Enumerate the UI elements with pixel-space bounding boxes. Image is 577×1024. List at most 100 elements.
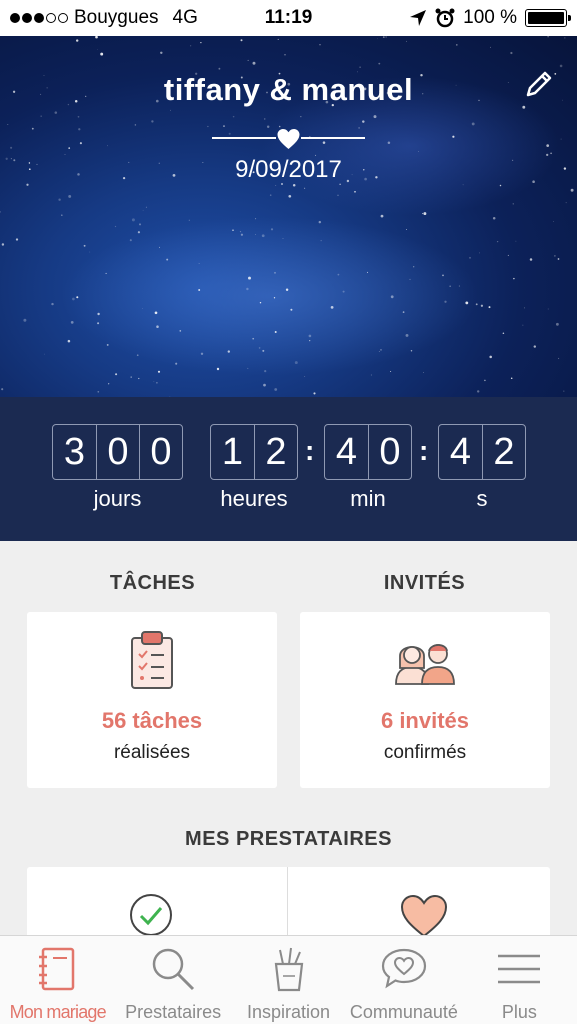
star: [89, 251, 91, 253]
countdown-days: 3 0 0 jours: [52, 424, 183, 511]
chat-heart-icon: [381, 948, 427, 989]
tab-communaute[interactable]: Communauté: [346, 936, 461, 1024]
star: [239, 231, 242, 233]
star: [449, 285, 451, 287]
star: [273, 297, 276, 299]
star: [304, 376, 306, 377]
star: [274, 388, 278, 391]
star: [263, 383, 266, 387]
star: [380, 214, 384, 218]
star: [402, 311, 405, 313]
star: [1, 243, 5, 246]
alarm-icon: [435, 8, 455, 28]
star: [264, 370, 267, 373]
star: [458, 285, 460, 287]
star: [560, 138, 562, 140]
star: [252, 337, 255, 340]
tab-inspiration[interactable]: Inspiration: [231, 936, 346, 1024]
location-arrow-icon: [410, 10, 427, 26]
search-icon: [152, 948, 195, 991]
days-digit: 0: [139, 425, 182, 479]
star: [130, 376, 132, 378]
favorite-heart-icon[interactable]: [400, 894, 448, 938]
star: [563, 390, 565, 392]
star: [58, 198, 61, 201]
star: [410, 350, 413, 352]
star: [240, 39, 243, 42]
star: [139, 223, 141, 226]
tab-label: Inspiration: [246, 1002, 331, 1022]
days-digit: 3: [63, 430, 86, 473]
seconds-digit: 2: [482, 425, 525, 479]
star: [179, 330, 182, 332]
star: [362, 120, 365, 123]
star: [134, 124, 137, 126]
star: [160, 51, 163, 55]
tab-plus[interactable]: Plus: [462, 936, 577, 1024]
hours-digit: 2: [254, 425, 297, 479]
star: [114, 225, 117, 228]
star: [417, 151, 419, 152]
star: [31, 127, 34, 130]
star: [465, 301, 469, 305]
star: [227, 350, 230, 353]
star: [282, 237, 284, 239]
guests-card[interactable]: 6 invités confirmés: [300, 612, 550, 788]
star: [129, 239, 132, 242]
star: [337, 273, 340, 276]
star: [337, 194, 339, 196]
star: [565, 202, 567, 204]
clipboard-checklist-icon: [131, 631, 173, 689]
star: [264, 118, 266, 120]
tasks-count: 56 tâches: [101, 708, 203, 733]
star: [354, 190, 356, 193]
star: [188, 219, 190, 221]
star: [269, 194, 272, 196]
star: [377, 38, 378, 40]
star: [554, 255, 556, 257]
star: [502, 332, 505, 335]
star: [15, 238, 19, 241]
star: [23, 318, 27, 322]
star: [258, 347, 261, 349]
star: [198, 289, 201, 291]
star: [522, 324, 524, 326]
tab-mon-mariage[interactable]: Mon mariage: [0, 936, 115, 1024]
star: [288, 194, 292, 198]
star: [553, 221, 554, 223]
star: [100, 52, 104, 56]
star: [409, 278, 411, 280]
star: [190, 45, 192, 47]
tab-prestataires[interactable]: Prestataires: [115, 936, 230, 1024]
star: [76, 39, 79, 42]
battery-icon: [525, 9, 571, 27]
star: [108, 383, 110, 385]
star: [1, 388, 4, 391]
star: [255, 234, 257, 235]
star: [248, 276, 251, 280]
countdown-seconds: 4 2 s: [438, 424, 526, 511]
star: [304, 187, 306, 189]
star: [422, 213, 424, 215]
star: [115, 373, 118, 376]
pencil-edit-icon[interactable]: [523, 68, 555, 100]
vendors-section-title: MES PRESTATAIRES: [185, 828, 392, 850]
star: [390, 295, 394, 299]
star: [406, 229, 407, 231]
heart-divider: [212, 128, 365, 149]
star: [480, 304, 484, 307]
star: [496, 240, 499, 243]
star: [488, 306, 491, 309]
star: [390, 370, 392, 373]
star: [105, 272, 107, 274]
tasks-card[interactable]: 56 tâches réalisées: [27, 612, 277, 788]
star: [558, 357, 560, 360]
status-time: 11:19: [264, 7, 313, 28]
star: [492, 217, 496, 220]
star: [313, 392, 316, 395]
hired-check-icon[interactable]: [128, 892, 174, 938]
star: [107, 145, 108, 147]
countdown-minutes: 4 0 min: [324, 424, 412, 511]
star: [44, 353, 45, 355]
star: [308, 334, 312, 338]
